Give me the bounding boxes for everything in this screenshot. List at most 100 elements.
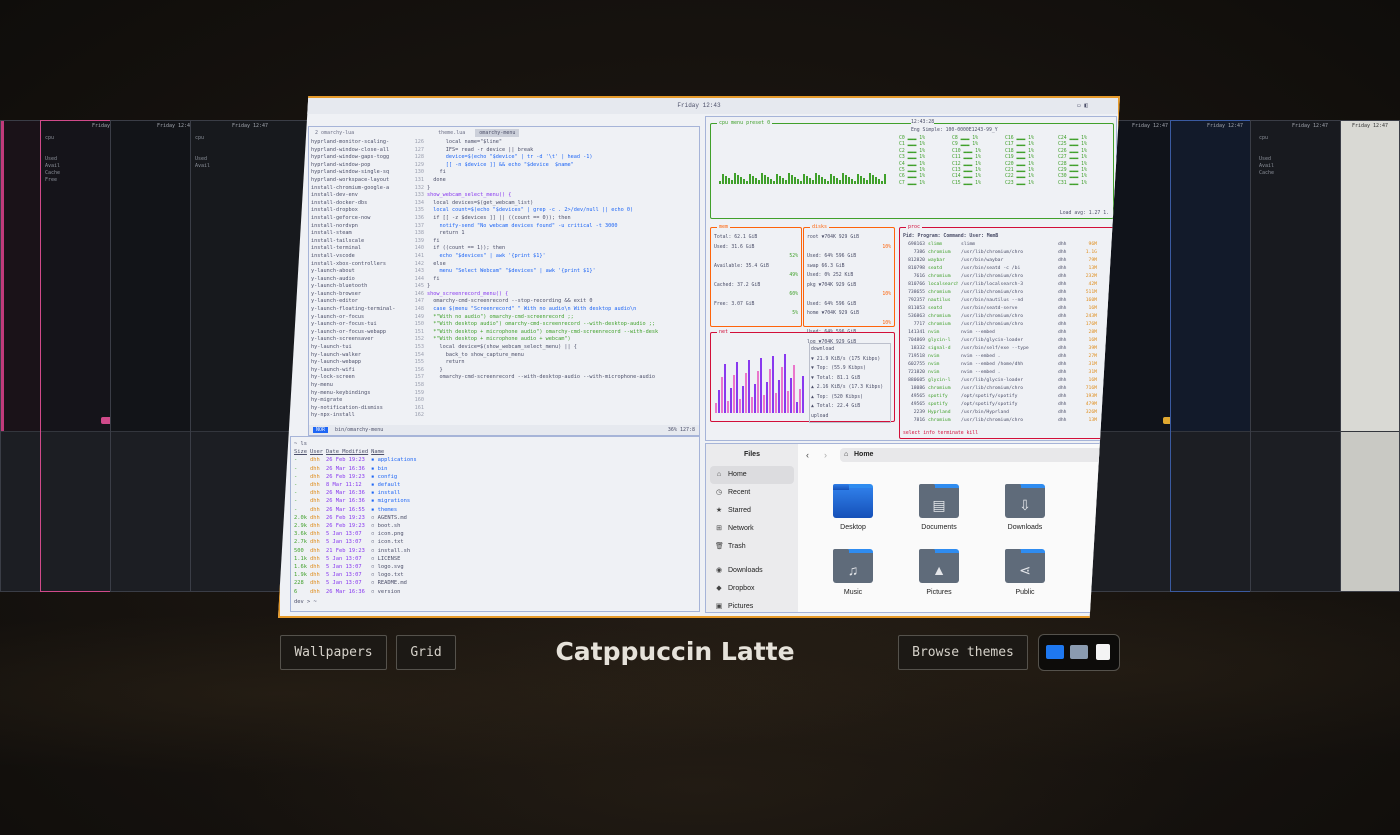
proc-row[interactable]: 7616 chromium/usr/lib/chromium/chro dhh 232… [903,273,1110,281]
tree-item[interactable]: hy-menu [311,382,405,390]
sidebar-item-home[interactable]: ⌂ Home [710,466,794,484]
proc-row[interactable]: 141341 nvim nvim --embed dhh 28M [903,329,1110,337]
listing-row[interactable]: - dhh 8 Mar 11:12 ▪ default [294,481,420,489]
tree-item[interactable]: y-launch-or-focus [311,314,405,322]
listing-row[interactable]: - dhh 26 Feb 19:23 ▪ applications [294,456,420,464]
proc-row[interactable]: 2239 Hyprland/usr/bin/Hyprland dhh 326M [903,409,1110,417]
listing-row[interactable]: - dhh 26 Feb 19:23 ▪ config [294,473,420,481]
proc-row[interactable]: 811053 seatd/usr/bin/seatd-serve dhh 16M [903,305,1110,313]
listing-row[interactable]: 1.9k dhh 5 Jan 13:07 ▫ logo.txt [294,571,420,579]
proc-row[interactable]: 812820 waybar/usr/bin/waybar dhh 79M [903,257,1110,265]
tree-item[interactable]: install-dropbox [311,207,405,215]
listing-row[interactable]: - dhh 26 Mar 16:36 ▪ install [294,489,420,497]
tree-item[interactable]: hy-lock-screen [311,374,405,382]
theme-card[interactable]: Friday 12:47 [1340,120,1400,592]
tree-item[interactable]: hy-launch-wifi [311,367,405,375]
file-manager[interactable]: Files ⌂ Home ◷ Recent ★ Starred ⊞ Network 🗑 Trash… [705,443,1117,613]
tree-item[interactable]: hyprland-workspace-layout [311,177,405,185]
proc-row[interactable]: 880605 glycin-l/usr/lib/glycin-loader dhh 1… [903,377,1110,385]
proc-row[interactable]: 810766 localsearch/usr/lib/localsearch-3 d… [903,281,1110,289]
proc-row[interactable]: 719518 nvim nvim --embed . dhh 27M [903,353,1110,361]
listing-row[interactable]: 3.6k dhh 5 Jan 13:07 ▫ icon.png [294,530,420,538]
tree-item[interactable]: hy-launch-walker [311,352,405,360]
listing-row[interactable]: 228 dhh 5 Jan 13:07 ▫ README.md [294,579,420,587]
wallpapers-button[interactable]: Wallpapers [280,635,387,670]
tree-item[interactable]: hyprland-window-pop [311,162,405,170]
tree-item[interactable]: y-launch-editor [311,298,405,306]
proc-row[interactable]: 18332 signal-d/usr/bin/self/exe --type dhh… [903,345,1110,353]
folder-music[interactable]: ♫ Music [818,549,888,596]
tree-item[interactable]: hy-menu-keybindings [311,390,405,398]
tree-item[interactable]: install-steam [311,230,405,238]
tree-item[interactable]: install-chromium-google-a [311,185,405,193]
selected-theme-preview[interactable]: Friday 12:43 ▭ ◧ 2 omarchy-lua theme.lua… [278,96,1120,618]
listing-row[interactable]: 2.0k dhh 26 Feb 19:23 ▫ AGENTS.md [294,514,420,522]
tree-item[interactable]: hy-npx-install [311,412,405,420]
tree-item[interactable]: y-launch-screensaver [311,336,405,344]
tree-item[interactable]: install-dev-env [311,192,405,200]
tree-item[interactable]: hyprland-window-gaps-togg [311,154,405,162]
folder-pictures[interactable]: ▲ Pictures [904,549,974,596]
sidebar-item-network[interactable]: ⊞ Network [710,520,794,538]
tree-item[interactable]: y-launch-or-focus-webapp [311,329,405,337]
proc-row[interactable]: 49565 spotify/opt/spotify/spotify dhh 479M [903,401,1110,409]
proc-row[interactable]: 536863 chromium/usr/lib/chromium/chro dhh 2… [903,313,1110,321]
path-bar[interactable]: ⌂ Home [840,448,1106,462]
folder-downloads[interactable]: ⇩ Downloads [990,484,1060,531]
tab-omarchy-menu[interactable]: omarchy-menu [475,128,520,137]
listing-row[interactable]: 6 dhh 26 Mar 16:36 ▫ version [294,588,420,596]
proc-row[interactable]: 602755 nvim nvim --embed /home/dhh dhh 31M [903,361,1110,369]
sidebar-item-starred[interactable]: ★ Starred [710,502,794,520]
proc-row[interactable]: 698163 slimm slimm dhh 96M [903,241,1110,249]
code-body[interactable]: local name="$line" IFS= read -r device |… [427,139,699,425]
icon-set-selector[interactable] [1038,634,1120,671]
proc-footer[interactable]: select info terminate kill [903,431,978,437]
sidebar-item-dropbox[interactable]: ◆ Dropbox [710,580,794,598]
tree-item[interactable]: install-vscode [311,253,405,261]
listing-row[interactable]: - dhh 26 Mar 16:36 ▪ migrations [294,497,420,505]
proc-row[interactable]: 792357 nautilus/usr/bin/nautilus --nd dhh 1… [903,297,1110,305]
tree-item[interactable]: install-xbox-controllers [311,261,405,269]
tree-item[interactable]: y-launch-floating-terminal- [311,306,405,314]
proc-row[interactable]: 738655 chromium/usr/lib/chromium/chro dhh 5… [903,289,1110,297]
tree-item[interactable]: hy-launch-tui [311,344,405,352]
grid-button[interactable]: Grid [396,635,456,670]
listing-row[interactable]: - dhh 26 Mar 16:36 ▪ bin [294,465,420,473]
tree-item[interactable]: install-terminal [311,245,405,253]
tree-item[interactable]: install-tailscale [311,238,405,246]
sidebar-item-downloads[interactable]: ◉ Downloads [710,562,794,580]
forward-icon[interactable]: › [824,450,827,460]
listing-row[interactable]: 500 dhh 21 Feb 19:23 ▫ install.sh [294,547,420,555]
proc-row[interactable]: 7816 chromium/usr/lib/chromium/chro dhh 13M [903,417,1110,425]
tree-item[interactable]: y-launch-or-focus-tui [311,321,405,329]
folder-documents[interactable]: ▤ Documents [904,484,974,531]
code-editor[interactable]: 2 omarchy-lua theme.lua omarchy-menu hyp… [308,126,700,436]
back-icon[interactable]: ‹ [806,450,809,460]
sidebar-item-pictures[interactable]: ▣ Pictures [710,598,794,612]
sidebar-item-trash[interactable]: 🗑 Trash [710,538,794,556]
tree-item[interactable]: hy-migrate [311,397,405,405]
tree-item[interactable]: y-launch-about [311,268,405,276]
proc-row[interactable]: 18086 chromium/usr/lib/chromium/chro dhh 71… [903,385,1110,393]
tree-item[interactable]: y-launch-audio [311,276,405,284]
proc-row[interactable]: 7386 chromium/usr/lib/chromium/chro dhh 1.1… [903,249,1110,257]
listing-row[interactable]: 2.9k dhh 26 Feb 19:23 ▫ boot.sh [294,522,420,530]
proc-row[interactable]: 49565 spotify/opt/spotify/spotify dhh 193M [903,393,1110,401]
system-monitor[interactable]: cpu menu preset 0 12:43:28 Eng Simple: 1… [705,116,1117,441]
proc-rows[interactable]: 698163 slimm slimm dhh 96M 7386 chromium/usr/l… [903,241,1110,425]
folder-desktop[interactable]: Desktop [818,484,888,531]
folder-public[interactable]: ⋖ Public [990,549,1060,596]
file-tree[interactable]: hyprland-monitor-scaling-hyprland-window… [309,139,405,425]
proc-row[interactable]: 704869 glycin-l/usr/lib/glycin-loader dhh 1… [903,337,1110,345]
tree-item[interactable]: install-nordvpn [311,223,405,231]
tab-workspace[interactable]: 2 omarchy-lua [311,129,358,137]
terminal-listing[interactable]: ~ ls Size User Date Modified Name - dhh 26 Fe… [290,436,700,612]
listing-row[interactable]: 1.1k dhh 5 Jan 13:07 ▫ LICENSE [294,555,420,563]
sidebar-item-recent[interactable]: ◷ Recent [710,484,794,502]
tree-item[interactable]: install-docker-dbs [311,200,405,208]
listing-row[interactable]: 2.7k dhh 5 Jan 13:07 ▫ icon.txt [294,538,420,546]
tree-item[interactable]: y-launch-browser [311,291,405,299]
tree-item[interactable]: hyprland-window-close-all [311,147,405,155]
tree-item[interactable]: hy-launch-webapp [311,359,405,367]
proc-row[interactable]: 7717 chromium/usr/lib/chromium/chro dhh 176… [903,321,1110,329]
